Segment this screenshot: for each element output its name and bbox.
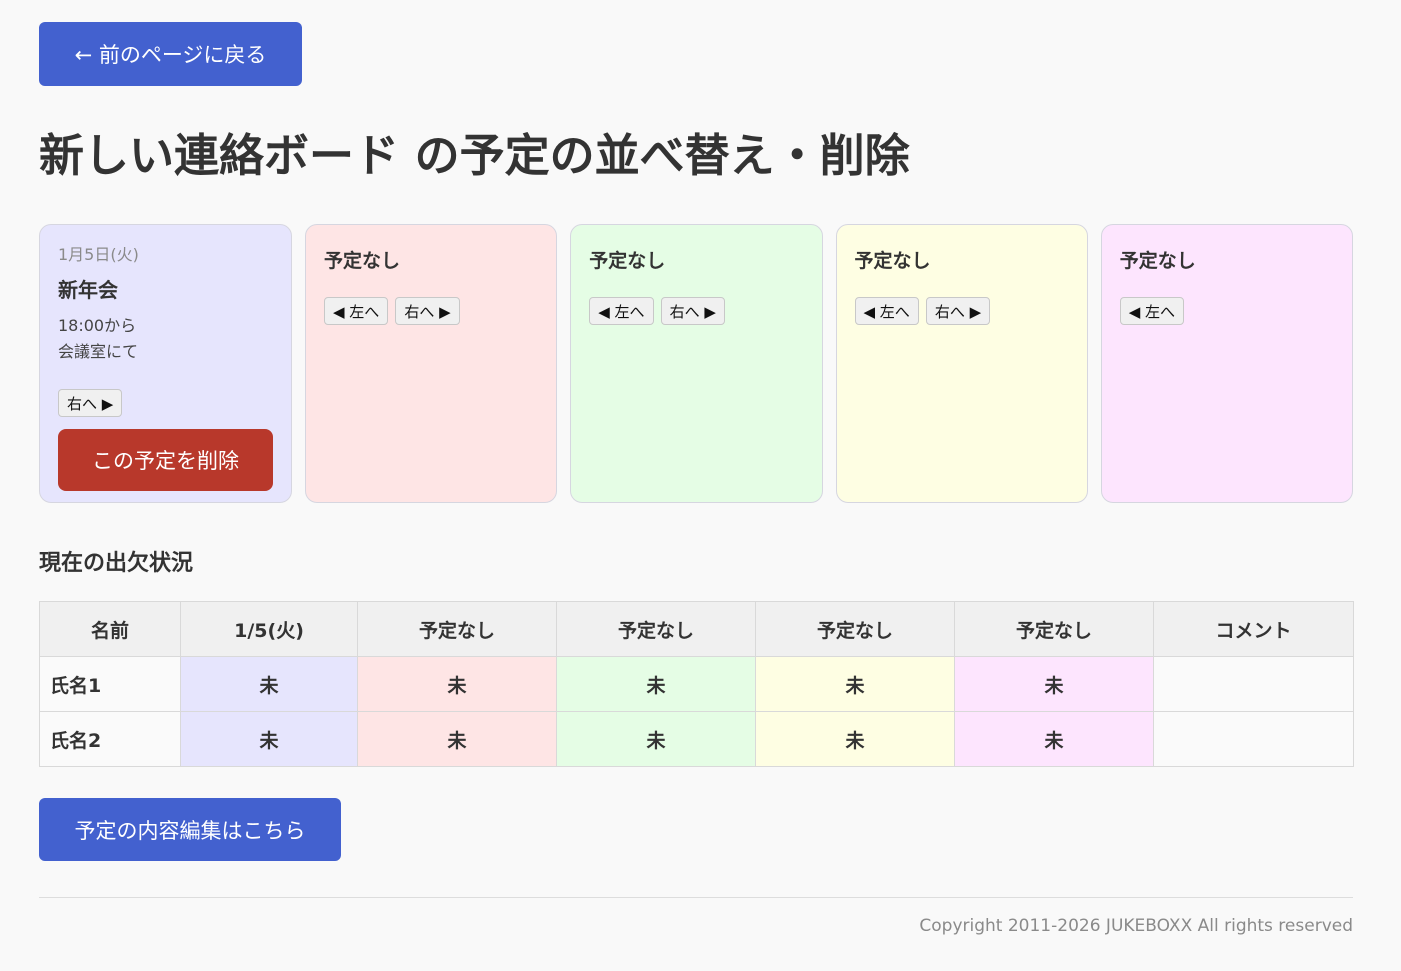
slot-4: 予定なし ◀ 左へ 右へ ▶	[835, 224, 1088, 503]
move-right-button[interactable]: 右へ ▶	[395, 297, 460, 325]
page: ← 前のページに戻る 新しい連絡ボード の予定の並べ替え・削除 1月5日(火) …	[0, 0, 1401, 971]
header-slot: 1/5(火)	[180, 601, 358, 657]
slot-details: 18:00から 会議室にて	[58, 313, 273, 365]
move-controls: ◀ 左へ	[1119, 297, 1334, 325]
page-title: 新しい連絡ボード の予定の並べ替え・削除	[39, 129, 910, 182]
move-controls: 右へ ▶	[58, 389, 273, 417]
attendance-cell: 未	[954, 656, 1154, 712]
move-left-button[interactable]: ◀ 左へ	[1119, 297, 1185, 325]
table-row: 氏名1 未 未 未 未 未	[39, 656, 1354, 712]
slot-empty-label: 予定なし	[589, 250, 666, 272]
slot-place: 会議室にて	[58, 342, 139, 361]
slot-time: 18:00から	[58, 316, 137, 335]
attendance-cell: 未	[556, 656, 756, 712]
attendance-cell: 未	[180, 656, 358, 712]
member-name: 氏名2	[39, 711, 181, 767]
move-right-button[interactable]: 右へ ▶	[925, 297, 991, 325]
attendance-table: 名前 1/5(火) 予定なし 予定なし 予定なし 予定なし コメント 氏名1 未…	[39, 601, 1354, 767]
comment-cell	[1153, 656, 1354, 712]
slot-empty-label: 予定なし	[854, 250, 931, 272]
header-slot: 予定なし	[357, 601, 557, 657]
header-slot: 予定なし	[954, 601, 1154, 657]
slot-5: 予定なし ◀ 左へ	[1100, 224, 1353, 503]
attendance-cell: 未	[954, 711, 1154, 767]
delete-event-button[interactable]: この予定を削除	[58, 429, 273, 491]
slot-empty-label: 予定なし	[1119, 250, 1196, 272]
slot-1: 1月5日(火) 新年会 18:00から 会議室にて 右へ ▶ この予定を削除	[39, 224, 292, 503]
slot-event-name: 新年会	[58, 278, 118, 302]
footer-divider	[39, 897, 1353, 898]
table-row: 氏名2 未 未 未 未 未	[39, 711, 1354, 767]
header-comment: コメント	[1153, 601, 1354, 657]
move-left-button[interactable]: ◀ 左へ	[324, 297, 389, 325]
slot-empty-label: 予定なし	[324, 250, 401, 272]
attendance-cell: 未	[556, 711, 756, 767]
copyright-text: Copyright 2011-2026 JUKEBOXX All rights …	[919, 916, 1353, 936]
attendance-cell: 未	[180, 711, 358, 767]
move-left-button[interactable]: ◀ 左へ	[854, 297, 919, 325]
attendance-cell: 未	[755, 656, 955, 712]
attendance-cell: 未	[755, 711, 955, 767]
move-right-button[interactable]: 右へ ▶	[660, 297, 725, 325]
attendance-cell: 未	[357, 711, 557, 767]
slot-2: 予定なし ◀ 左へ 右へ ▶	[305, 224, 558, 503]
move-controls: ◀ 左へ 右へ ▶	[324, 297, 538, 325]
attendance-section-title: 現在の出欠状況	[39, 551, 194, 576]
move-controls: ◀ 左へ 右へ ▶	[589, 297, 803, 325]
back-button[interactable]: ← 前のページに戻る	[39, 22, 302, 86]
edit-events-button[interactable]: 予定の内容編集はこちら	[39, 798, 341, 861]
move-left-button[interactable]: ◀ 左へ	[589, 297, 654, 325]
move-controls: ◀ 左へ 右へ ▶	[854, 297, 1069, 325]
slot-date: 1月5日(火)	[58, 245, 139, 264]
header-name: 名前	[39, 601, 181, 657]
table-header-row: 名前 1/5(火) 予定なし 予定なし 予定なし 予定なし コメント	[39, 601, 1354, 657]
slot-3: 予定なし ◀ 左へ 右へ ▶	[570, 224, 823, 503]
member-name: 氏名1	[39, 656, 181, 712]
comment-cell	[1153, 711, 1354, 767]
header-slot: 予定なし	[556, 601, 756, 657]
attendance-cell: 未	[357, 656, 557, 712]
move-right-button[interactable]: 右へ ▶	[58, 389, 123, 417]
header-slot: 予定なし	[755, 601, 955, 657]
slot-board: 1月5日(火) 新年会 18:00から 会議室にて 右へ ▶ この予定を削除 予…	[39, 224, 1353, 503]
